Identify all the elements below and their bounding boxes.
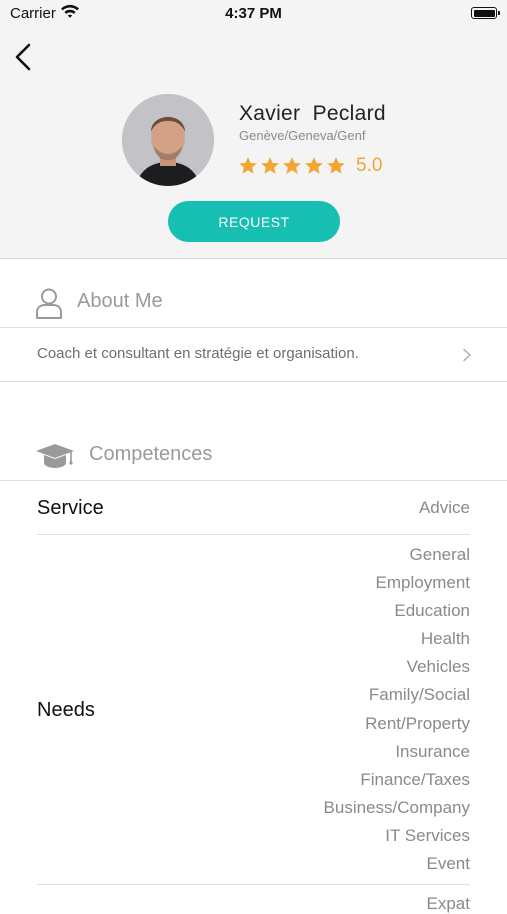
star-icon: [283, 157, 301, 174]
star-icon: [261, 157, 279, 174]
needs-item: Vehicles: [406, 657, 470, 677]
request-button[interactable]: REQUEST: [168, 201, 340, 242]
profile-name: Xavier Peclard: [239, 102, 386, 125]
rating-value: 5.0: [356, 155, 383, 176]
competences-title: Competences: [89, 443, 213, 465]
profile-location: Genève/Geneva/Genf: [239, 128, 366, 143]
divider: [37, 884, 470, 885]
rating: 5.0: [238, 154, 382, 178]
needs-item: Business/Company: [323, 797, 470, 817]
about-me-header: About Me: [0, 280, 507, 326]
needs-item: General: [409, 545, 470, 564]
needs-item-partial: Expat: [426, 894, 470, 913]
chevron-right-icon: [462, 348, 472, 367]
back-button[interactable]: [10, 40, 40, 74]
about-me-text: Coach et consultant en stratégie et orga…: [37, 345, 359, 362]
star-icon: [305, 157, 323, 174]
competences-header: Competences: [0, 433, 507, 479]
needs-item: Family/Social: [368, 685, 470, 705]
battery-icon: [471, 7, 500, 19]
needs-list: General Employment Education Health Vehi…: [220, 544, 470, 881]
needs-item: Employment: [375, 573, 470, 593]
needs-item: Education: [394, 601, 470, 621]
about-me-row[interactable]: Coach et consultant en stratégie et orga…: [0, 328, 507, 381]
divider: [0, 381, 507, 382]
clock: 4:37 PM: [225, 5, 282, 22]
needs-item: Insurance: [395, 741, 470, 761]
profile-header: Carrier 4:37 PM Xavier Peclard Genève/Ge…: [0, 0, 507, 259]
star-icon: [327, 157, 345, 174]
needs-item: Health: [420, 629, 470, 649]
avatar: [122, 94, 214, 186]
needs-item: IT Services: [385, 825, 470, 845]
needs-item: Finance/Taxes: [360, 769, 470, 789]
star-icon: [239, 157, 257, 174]
chevron-left-icon: [15, 43, 31, 71]
needs-label: Needs: [37, 699, 95, 721]
status-bar: Carrier 4:37 PM: [0, 0, 507, 30]
user-icon: [35, 287, 63, 324]
needs-item: Rent/Property: [365, 713, 470, 733]
graduation-cap-icon: [35, 443, 75, 476]
divider: [37, 534, 470, 535]
needs-item: Event: [426, 854, 470, 874]
service-label: Service: [37, 497, 104, 519]
about-me-title: About Me: [77, 290, 163, 312]
divider: [0, 480, 507, 481]
service-value: Advice: [418, 498, 470, 517]
